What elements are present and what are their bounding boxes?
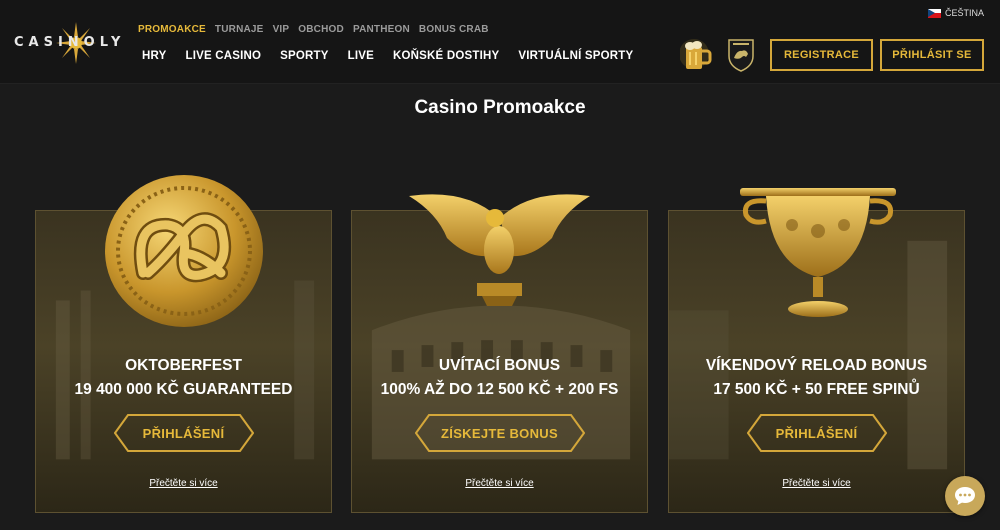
nav-turnaje[interactable]: TURNAJE [215, 24, 264, 35]
nav-sporty[interactable]: SPORTY [280, 50, 329, 62]
czech-flag-icon [927, 8, 941, 18]
nav-live-casino[interactable]: LIVE CASINO [185, 50, 261, 62]
gold-chalice-image [740, 188, 896, 317]
card-login-button[interactable]: PŘIHLÁŠENÍ [746, 414, 887, 452]
gold-eagle-image [409, 194, 590, 306]
site-header: CASINOLY PROMOAKCE TURNAJE VIP OBCHOD PA… [0, 0, 1000, 84]
card-title-line-2: 19 400 000 KČ GUARANTEED [74, 381, 293, 398]
nav-vip[interactable]: VIP [273, 24, 290, 35]
nav-pantheon[interactable]: PANTHEON [353, 24, 410, 35]
language-label: ČEŠTINA [944, 8, 984, 18]
login-button[interactable]: PŘIHLÁSIT SE [880, 39, 984, 71]
nav-konske-dostihy[interactable]: KOŇSKÉ DOSTIHY [393, 50, 499, 62]
read-more-link[interactable]: Přečtěte si více [669, 478, 964, 489]
card-button-label: PŘIHLÁŠENÍ [775, 425, 858, 441]
card-title: VÍKENDOVÝ RELOAD BONUS 17 500 KČ + 50 FR… [669, 354, 964, 402]
card-title-line-2: 100% AŽ DO 12 500 KČ + 200 FS [380, 381, 619, 398]
card-title-line-1: OKTOBERFEST [125, 357, 242, 374]
beer-mug-icon[interactable] [680, 37, 712, 73]
card-title-line-1: UVÍTACÍ BONUS [438, 357, 561, 374]
read-more-link[interactable]: Přečtěte si více [36, 478, 331, 489]
nav-live[interactable]: LIVE [348, 50, 374, 62]
get-bonus-button[interactable]: ZÍSKEJTE BONUS [414, 414, 585, 452]
card-button-label: PŘIHLÁŠENÍ [142, 425, 225, 441]
card-button-label: ZÍSKEJTE BONUS [441, 425, 558, 441]
gold-pretzel-coin-image [105, 175, 263, 327]
nav-virtualni-sporty[interactable]: VIRTUÁLNÍ SPORTY [518, 50, 633, 62]
nav-bonus-crab[interactable]: BONUS CRAB [419, 24, 489, 35]
card-title: OKTOBERFEST 19 400 000 KČ GUARANTEED [36, 354, 331, 402]
register-button[interactable]: REGISTRACE [770, 39, 873, 71]
nav-hry[interactable]: HRY [142, 50, 166, 62]
language-selector[interactable]: ČEŠTINA [927, 8, 984, 18]
top-nav: PROMOAKCE TURNAJE VIP OBCHOD PANTHEON BO… [138, 24, 489, 35]
casinoly-logo[interactable]: CASINOLY [14, 22, 126, 64]
chat-icon [955, 487, 975, 505]
lamborghini-shield-icon[interactable] [726, 38, 756, 72]
nav-obchod[interactable]: OBCHOD [298, 24, 344, 35]
card-title-line-1: VÍKENDOVÝ RELOAD BONUS [705, 357, 928, 374]
nav-promoakce[interactable]: PROMOAKCE [138, 24, 206, 35]
chat-button[interactable] [945, 476, 985, 516]
page-title: Casino Promoakce [414, 97, 586, 118]
logo-text: CASINOLY [14, 35, 126, 50]
card-title-line-2: 17 500 KČ + 50 FREE SPINŮ [713, 381, 920, 398]
card-title: UVÍTACÍ BONUS 100% AŽ DO 12 500 KČ + 200… [352, 354, 647, 402]
main-nav: HRY LIVE CASINO SPORTY LIVE KOŇSKÉ DOSTI… [142, 50, 633, 62]
read-more-link[interactable]: Přečtěte si více [352, 478, 647, 489]
card-login-button[interactable]: PŘIHLÁŠENÍ [113, 414, 254, 452]
